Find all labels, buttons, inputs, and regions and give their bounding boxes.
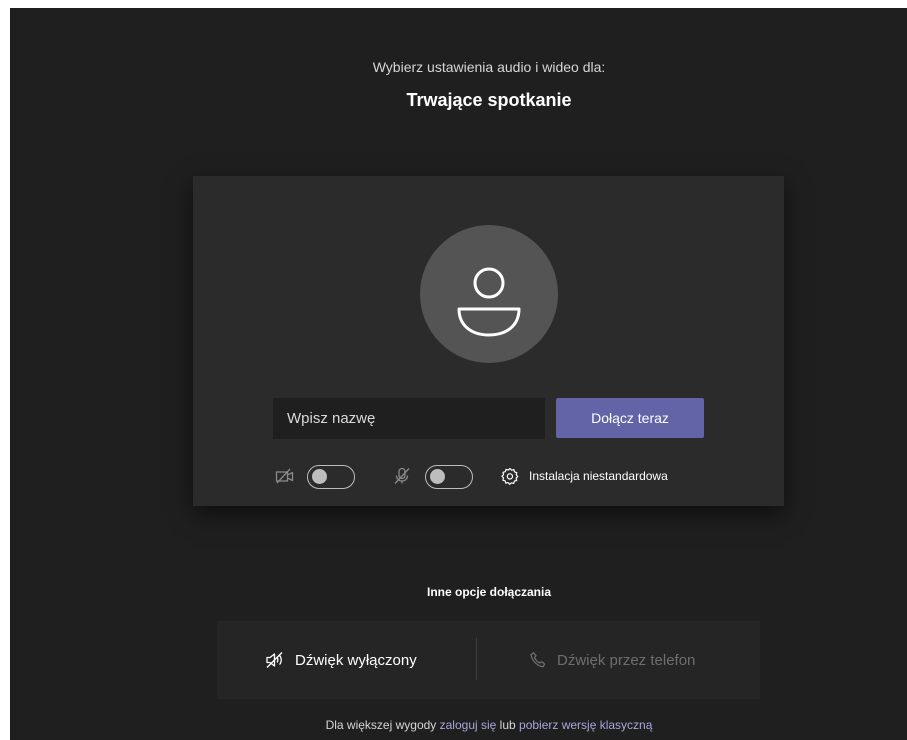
join-now-button[interactable]: Dołącz teraz (556, 398, 704, 438)
options-divider (476, 638, 477, 680)
phone-icon (530, 652, 546, 668)
camera-toggle[interactable] (307, 465, 355, 489)
other-join-options-panel: Dźwięk wyłączony Dźwięk przez telefon (217, 621, 760, 699)
prejoin-subtitle: Wybierz ustawienia audio i wideo dla: (372, 59, 606, 75)
other-join-options-title: Inne opcje dołączania (426, 585, 552, 599)
name-input[interactable] (273, 398, 545, 439)
avatar (420, 225, 558, 363)
device-settings-button[interactable]: Instalacja niestandardowa (501, 466, 668, 486)
meeting-prejoin-screen: Wybierz ustawienia audio i wideo dla: Tr… (10, 8, 907, 740)
footer-text: Dla większej wygody zaloguj się lub pobi… (10, 718, 907, 732)
footer-middle: lub (496, 718, 520, 732)
microphone-toggle-knob (430, 469, 445, 484)
footer-prefix: Dla większej wygody (325, 718, 440, 732)
video-off-icon (275, 468, 295, 489)
device-settings-label: Instalacja niestandardowa (529, 469, 668, 483)
phone-audio-label: Dźwięk przez telefon (557, 651, 696, 669)
download-desktop-link[interactable]: pobierz wersję klasyczną (519, 718, 652, 732)
speaker-off-icon (266, 652, 283, 668)
sign-in-link[interactable]: zaloguj się (440, 718, 497, 732)
audio-off-label: Dźwięk wyłączony (295, 651, 417, 669)
mic-off-icon (393, 467, 411, 490)
person-icon (457, 267, 521, 337)
phone-audio-option[interactable]: Dźwięk przez telefon (529, 621, 695, 699)
prejoin-card: Dołącz teraz (193, 176, 784, 506)
microphone-toggle[interactable] (425, 465, 473, 489)
gear-icon (501, 467, 519, 485)
meeting-title: Trwające spotkanie (406, 90, 572, 110)
audio-off-option[interactable]: Dźwięk wyłączony (265, 621, 417, 699)
camera-toggle-knob (312, 469, 327, 484)
